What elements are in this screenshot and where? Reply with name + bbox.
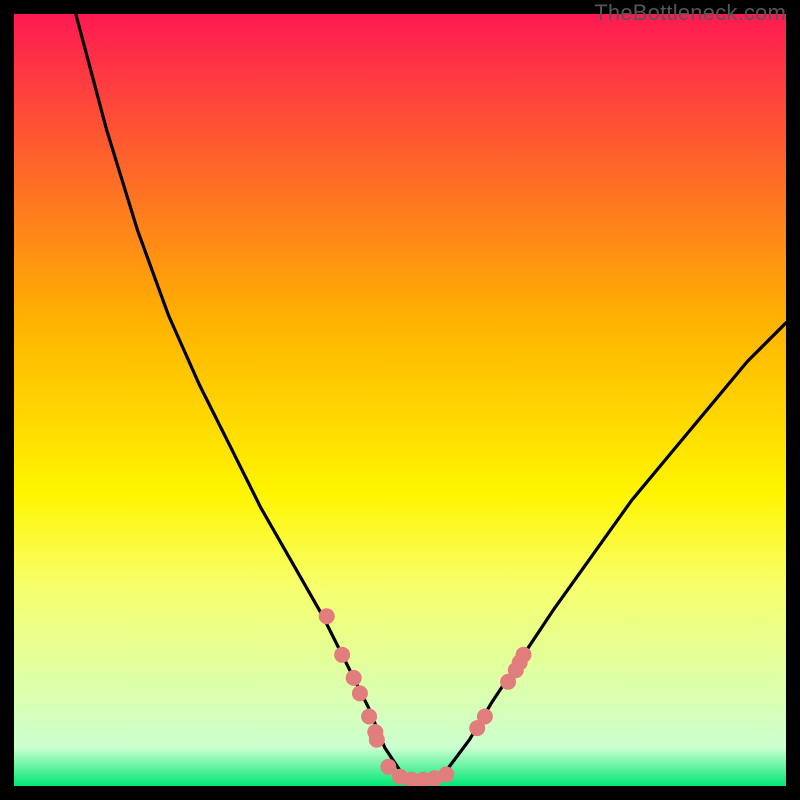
data-marker (369, 732, 385, 748)
data-marker (516, 647, 532, 663)
data-marker (438, 766, 454, 782)
data-marker (352, 685, 368, 701)
data-marker (334, 647, 350, 663)
data-marker (477, 709, 493, 725)
bottleneck-chart (14, 14, 786, 786)
gradient-background (14, 14, 786, 786)
data-marker (319, 608, 335, 624)
data-marker (346, 670, 362, 686)
data-marker (361, 709, 377, 725)
chart-frame: TheBottleneck.com (0, 0, 800, 800)
